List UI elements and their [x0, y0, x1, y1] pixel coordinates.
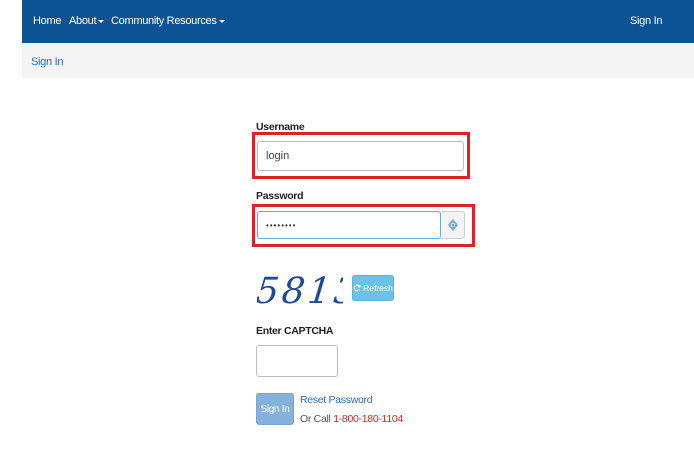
nav-home-label: Home — [33, 15, 62, 27]
nav-home[interactable]: Home — [33, 0, 61, 43]
top-navbar: Home About Community Resources Sign In — [22, 0, 694, 43]
username-input[interactable] — [257, 141, 464, 171]
phone-number[interactable]: 1-800-180-1104 — [333, 413, 403, 425]
nav-about-label: About — [69, 15, 97, 27]
nav-sign-in[interactable]: Sign In — [630, 0, 662, 43]
nav-about[interactable]: About — [69, 0, 105, 43]
call-prefix: Or Call — [300, 413, 334, 425]
password-label: Password — [256, 190, 304, 202]
captcha-image: 5813 — [254, 264, 362, 312]
nav-community-resources-label: Community Resources — [111, 15, 217, 27]
password-visibility-toggle[interactable] — [441, 211, 465, 239]
caret-down-icon — [218, 19, 225, 23]
refresh-label: Refresh — [363, 283, 393, 293]
refresh-captcha-button[interactable]: Refresh — [352, 275, 394, 301]
reset-password-link[interactable]: Reset Password — [300, 394, 373, 406]
captcha-label: Enter CAPTCHA — [256, 325, 334, 337]
call-support-text: Or Call 1-800-180-1104 — [300, 413, 403, 425]
eye-toggle-icon — [447, 219, 458, 231]
breadcrumb-sign-in[interactable]: Sign In — [31, 43, 63, 81]
password-input[interactable] — [257, 211, 441, 239]
captcha-text: 5813 — [257, 270, 343, 310]
captcha-input[interactable] — [256, 345, 338, 377]
refresh-icon — [353, 284, 361, 292]
caret-down-icon — [98, 19, 105, 23]
sign-in-button[interactable]: Sign In — [256, 393, 294, 425]
breadcrumb: Sign In — [22, 43, 694, 78]
nav-community-resources[interactable]: Community Resources — [111, 0, 225, 43]
